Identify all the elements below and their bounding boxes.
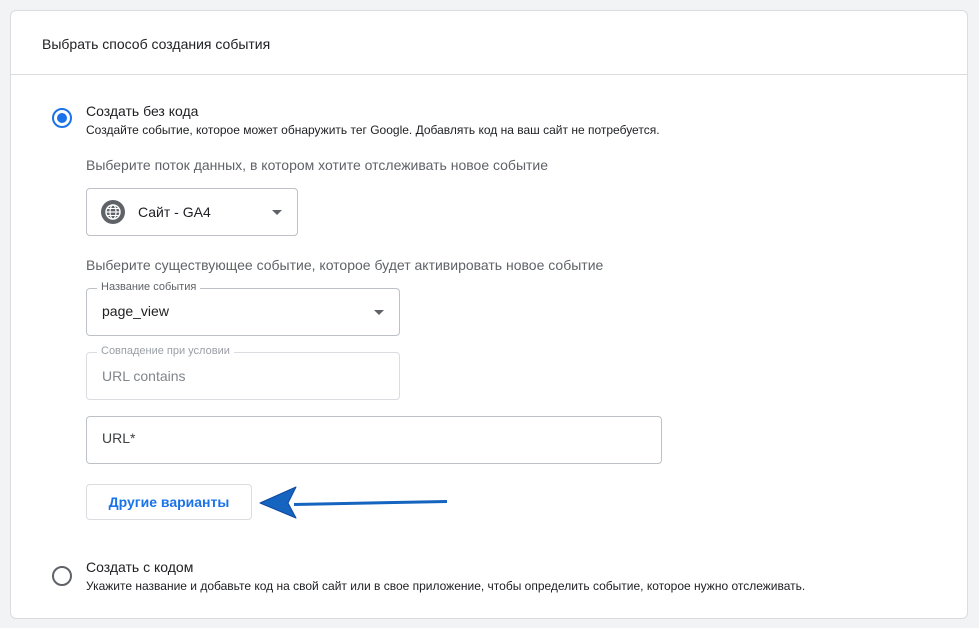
arrow-pointer-icon (259, 486, 447, 519)
data-stream-value: Сайт - GA4 (138, 204, 211, 220)
condition-value: URL contains (102, 368, 186, 384)
url-placeholder: URL* (102, 430, 136, 446)
option-with-code-description: Укажите название и добавьте код на свой … (86, 579, 806, 593)
card-title: Выбрать способ создания события (42, 36, 271, 52)
event-name-label: Название события (97, 281, 201, 293)
event-name-select[interactable]: Название события page_view (86, 281, 400, 336)
radio-create-without-code[interactable] (52, 108, 72, 128)
radio-create-with-code[interactable] (52, 566, 72, 586)
card-header: Выбрать способ создания события (11, 11, 967, 75)
stream-prompt: Выберите поток данных, в котором хотите … (86, 157, 549, 173)
chevron-down-icon (374, 310, 384, 315)
url-input[interactable]: URL* (86, 416, 662, 464)
option-no-code-title: Создать без кода (86, 103, 199, 119)
option-with-code-title: Создать с кодом (86, 559, 194, 575)
data-stream-select[interactable]: Сайт - GA4 (86, 188, 298, 236)
event-name-value: page_view (102, 303, 169, 319)
option-no-code-description: Создайте событие, которое может обнаружи… (86, 123, 660, 137)
globe-icon (101, 200, 125, 224)
chevron-down-icon (272, 210, 282, 215)
condition-label: Совпадение при условии (97, 345, 234, 357)
existing-event-prompt: Выберите существующее событие, которое б… (86, 257, 604, 273)
condition-field: Совпадение при условии URL contains (86, 345, 400, 400)
more-options-button[interactable]: Другие варианты (86, 484, 252, 520)
event-creation-card: Выбрать способ создания события Создать … (10, 10, 968, 619)
